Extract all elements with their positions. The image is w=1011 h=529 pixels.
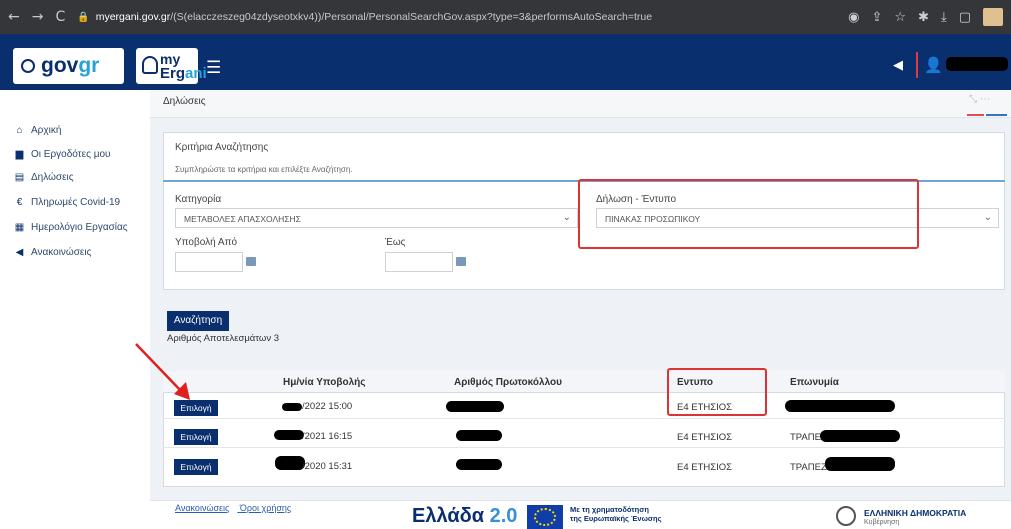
redacted-protocol [456,430,502,441]
breadcrumb-bar [150,90,1011,118]
govgr-logo[interactable]: gov gr [13,48,124,84]
hellenic-republic-text: ΕΛΛΗΝΙΚΗ ΔΗΜΟΚΡΑΤΙΑ Κυβέρνηση [864,508,967,526]
sidebar-item-declarations[interactable]: ▤ Δηλώσεις [14,172,74,183]
tab-underline [967,114,1007,116]
calendar-icon[interactable] [246,257,256,266]
megaphone-icon: ◀ [15,246,24,258]
sidebar-item-label: Ημερολόγιο Εργασίας [31,222,128,233]
select-row-button[interactable]: Επιλογή [174,459,218,475]
myergani-logo[interactable]: my Ergani [136,48,207,84]
collapse-icon[interactable]: ⤡ ⋯ [969,94,990,105]
sidebar-item-work-calendar[interactable]: ▦ Ημερολόγιο Εργασίας [14,222,128,233]
gr-logo-text: gr [78,54,100,77]
globe-icon [21,59,35,73]
gov-logo-text: gov [41,54,79,77]
profile-avatar[interactable] [983,8,1003,26]
redacted-name [825,457,895,471]
search-button[interactable]: Αναζήτηση [167,311,229,331]
category-label: Κατηγορία [175,194,222,205]
menu-icon[interactable]: ☰ [206,58,221,78]
extensions-icon[interactable]: ✱ [918,10,929,25]
sidebar-item-announcements[interactable]: ◀ Ανακοινώσεις [14,246,92,258]
sidebar-item-home[interactable]: ⌂ Αρχική [14,125,61,136]
calendar-icon: ▦ [14,221,25,233]
table-cell-form: Ε4 ΕΤΗΣΙΟΣ [677,432,733,443]
to-date-input[interactable] [385,252,453,272]
criteria-title: Κριτήρια Αναζήτησης [175,142,269,153]
criteria-subtitle: Συμπληρώστε τα κριτήρια και επιλέξτε Ανα… [175,165,353,174]
ellada-logo: Ελλάδα 2.0 [412,505,518,527]
chevron-down-icon: ⌄ [562,212,571,223]
redacted-name [820,430,900,442]
redacted-protocol [446,401,504,412]
col-header-name[interactable]: Επωνυμία [790,377,839,388]
sidebar-item-label: Πληρωμές Covid-19 [31,197,121,208]
redacted-date [282,403,302,411]
category-value: ΜΕΤΑΒΟΛΕΣ ΑΠΑΣΧΟΛΗΣΗΣ [184,214,301,224]
url-domain: myergani.gov.gr [95,11,171,23]
col-header-date[interactable]: Ημ/νία Υποβολής [283,377,365,388]
chevron-down-icon: ⌄ [983,212,992,223]
sidebar-item-covid-payments[interactable]: € Πληρωμές Covid-19 [14,197,120,208]
col-header-protocol[interactable]: Αριθμός Πρωτοκόλλου [454,377,562,388]
ergani-logo-icon [142,56,158,74]
home-icon: ⌂ [16,124,23,136]
select-row-button[interactable]: Επιλογή [174,400,218,416]
from-date-input[interactable] [175,252,243,272]
browser-toolbar: ← → C 🔒 myergani.gov.gr /(S(elacczeszeg0… [0,0,1011,34]
euro-icon: € [16,196,23,208]
sidebar-item-employers[interactable]: ▆ Οι Εργοδότες μου [14,148,111,160]
from-label: Υποβολή Από [175,237,238,248]
eu-flag-icon [527,505,563,529]
sidebar-item-label: Δηλώσεις [31,172,74,183]
header-separator [916,52,918,78]
table-cell-form: Ε4 ΕΤΗΣΙΟΣ [677,462,733,473]
table-cell-form: Ε4 ΕΤΗΣΙΟΣ [677,402,733,413]
row-divider [163,418,1005,419]
forward-icon[interactable]: → [32,9,44,25]
user-icon[interactable]: 👤 [924,56,943,74]
google-icon[interactable]: ◉ [848,10,859,25]
redacted-date [274,430,304,440]
url-path: /(S(elacczeszeg04zdyseotxkv4))/Personal/… [170,11,653,23]
to-label: Έως [385,237,406,248]
download-icon[interactable]: ⤓ [941,10,947,25]
category-select[interactable]: ΜΕΤΑΒΟΛΕΣ ΑΠΑΣΧΟΛΗΣΗΣ ⌄ [175,208,578,228]
share-icon[interactable]: ⇪ [871,10,882,25]
table-cell-date: /2020 15:31 [302,461,353,472]
address-bar[interactable]: 🔒 myergani.gov.gr /(S(elacczeszeg04zdyse… [77,6,848,28]
highlight-box-form [578,179,919,249]
window-icon[interactable]: ▢ [959,10,971,25]
sidebar-item-label: Ανακοινώσεις [31,247,92,258]
footer-link-terms[interactable]: Όροι χρήσης [240,503,291,513]
select-row-button[interactable]: Επιλογή [174,429,218,445]
reload-icon[interactable]: C [55,9,65,25]
row-divider [163,447,1005,448]
declarations-icon: ▤ [14,171,25,183]
calendar-icon[interactable] [456,257,466,266]
breadcrumb: Δηλώσεις [163,96,206,107]
annotation-arrow [135,343,190,400]
sidebar-item-label: Αρχική [31,125,62,136]
ergani-text: Ergani [160,65,207,82]
redacted-name [785,400,895,412]
redacted-username [946,57,1008,71]
ergani-my-text: my [160,51,181,67]
footer-links: Ανακοινώσεις Όροι χρήσης [175,503,299,513]
table-cell-date: /2021 16:15 [302,431,353,442]
employer-icon: ▆ [15,148,24,160]
announcements-icon[interactable]: ◀ [893,58,903,73]
redacted-protocol [456,459,502,470]
hellenic-republic-emblem-icon [836,506,856,526]
footer-link-announcements[interactable]: Ανακοινώσεις [175,503,229,513]
table-cell-date: /2022 15:00 [302,401,353,412]
sidebar-item-label: Οι Εργοδότες μου [31,149,111,160]
redacted-date [275,456,305,470]
eu-funding-text: Με τη χρηματοδότηση της Ευρωπαϊκής Ένωση… [570,505,662,523]
bookmark-star-icon[interactable]: ☆ [894,10,906,25]
back-icon[interactable]: ← [8,9,20,25]
lock-icon: 🔒 [77,11,90,23]
